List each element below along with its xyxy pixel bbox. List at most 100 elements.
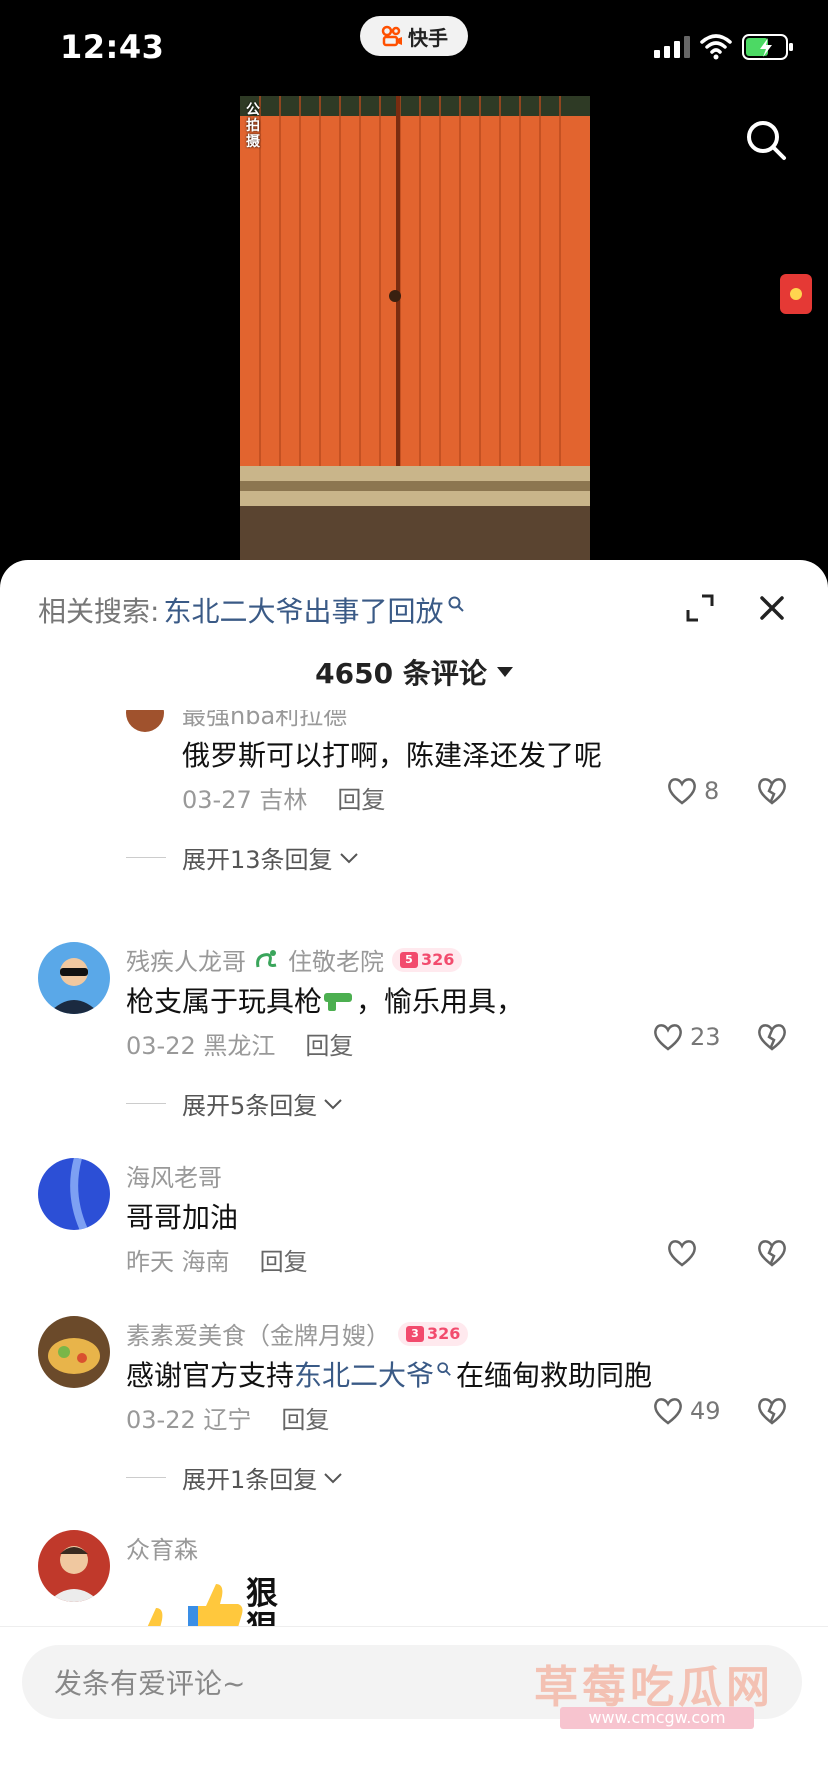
- chevron-down-icon: [324, 1472, 342, 1483]
- battery-icon: [742, 34, 793, 60]
- username-main: 残疾人龙哥: [126, 948, 246, 976]
- comment-text-main: 枪支属于玩具枪: [126, 985, 323, 1018]
- avatar[interactable]: [126, 710, 164, 732]
- username-tail: 住敬老院: [288, 948, 384, 976]
- comment-location: 海南: [181, 1248, 230, 1276]
- video-still: [240, 96, 590, 560]
- comment-text-tail: ，愉乐用具，: [356, 985, 525, 1018]
- like-count: 23: [690, 1023, 721, 1051]
- comment-meta: 03-27 吉林 回复: [182, 780, 385, 815]
- comment-location: 黑龙江: [203, 1032, 276, 1060]
- comment-text-prefix: 感谢官方支持: [126, 1359, 295, 1392]
- red-packet-icon[interactable]: [780, 274, 812, 314]
- comment-text-suffix: 在缅甸救助同胞: [456, 1359, 653, 1392]
- heart-icon: [654, 1398, 682, 1425]
- search-icon[interactable]: [742, 116, 790, 164]
- expand-replies[interactable]: 展开13条回复: [126, 840, 359, 875]
- comment-sheet: 相关搜索: 东北二大爷出事了回放 4650 条评论 最强nba利拉德 俄罗斯可以…: [0, 560, 828, 1792]
- heart-icon: [654, 1024, 682, 1051]
- comment-meta: 03-22 辽宁 回复: [126, 1400, 329, 1435]
- avatar[interactable]: [38, 1530, 110, 1602]
- comment-date: 03-22: [126, 1032, 196, 1060]
- avatar[interactable]: [38, 1316, 110, 1388]
- comment-meta: 昨天 海南 回复: [126, 1242, 308, 1277]
- expand-replies-label: 展开1条回复: [182, 1466, 318, 1494]
- chevron-down-icon: [324, 1098, 342, 1109]
- broken-heart-icon[interactable]: [756, 1396, 788, 1426]
- comment-keyword-link[interactable]: 东北二大爷: [294, 1359, 434, 1392]
- watermark-text: 草莓吃瓜网: [534, 1662, 774, 1713]
- heart-icon: [668, 1240, 696, 1267]
- video-frame[interactable]: 公拍摄: [240, 96, 590, 560]
- magnifier-small-icon: [448, 596, 465, 612]
- comment-username[interactable]: 最强nba利拉德: [182, 710, 347, 731]
- avatar[interactable]: [38, 942, 110, 1014]
- comment-username[interactable]: 残疾人龙哥 住敬老院 5 326: [126, 942, 463, 977]
- divider: [126, 857, 166, 858]
- expand-replies[interactable]: 展开5条回复: [126, 1086, 343, 1121]
- divider: [126, 1103, 166, 1104]
- comment-date: 昨天: [126, 1248, 174, 1276]
- reply-button[interactable]: 回复: [260, 1242, 308, 1277]
- avatar[interactable]: [38, 1158, 110, 1230]
- like-button[interactable]: 23: [652, 1022, 721, 1052]
- video-overlay-text: 公拍摄: [246, 102, 260, 150]
- badge-value: 326: [427, 1324, 461, 1343]
- badge-level: 3: [406, 1325, 424, 1342]
- like-count: 8: [704, 777, 720, 805]
- related-search[interactable]: 相关搜索: 东北二大爷出事了回放: [38, 590, 465, 630]
- app-badge[interactable]: 快手: [360, 16, 468, 56]
- comment-meta: 03-22 黑龙江 回复: [126, 1026, 353, 1061]
- comment-text: 感谢官方支持东北二大爷 在缅甸救助同胞: [126, 1354, 652, 1394]
- like-button[interactable]: 8: [666, 776, 719, 806]
- chevron-down-icon: [339, 852, 358, 863]
- expand-replies-label: 展开13条回复: [182, 846, 333, 874]
- reply-button[interactable]: 回复: [337, 780, 385, 815]
- water-gun-emoji-icon: [324, 993, 353, 1011]
- caret-down-icon: [496, 667, 513, 677]
- signal-icon: [654, 36, 690, 58]
- like-button[interactable]: 49: [652, 1396, 721, 1426]
- comment-username[interactable]: 素素爱美食（金牌月嫂） 3 326: [126, 1316, 469, 1351]
- fan-badge: 3 326: [398, 1321, 469, 1346]
- like-count: 49: [690, 1397, 721, 1425]
- expand-icon[interactable]: [684, 592, 716, 624]
- like-button[interactable]: [666, 1238, 698, 1268]
- comment-text: 哥哥加油: [126, 1201, 239, 1234]
- comment-count[interactable]: 4650 条评论: [0, 652, 828, 692]
- comment-input-bar: 发条有爱评论~ 草莓吃瓜网 www.cmcgw.com: [0, 1626, 828, 1792]
- status-time: 12:43: [60, 28, 165, 66]
- comment-date: 03-22: [126, 1406, 196, 1434]
- fan-badge: 5 326: [392, 947, 463, 972]
- badge-value: 326: [421, 950, 455, 969]
- comment-date: 03-27: [182, 786, 252, 814]
- dragon-emoji-icon: [256, 949, 277, 967]
- related-search-keyword[interactable]: 东北二大爷出事了回放: [163, 590, 443, 630]
- heart-icon: [668, 778, 696, 805]
- kuaishou-logo-icon: [381, 25, 402, 47]
- broken-heart-icon[interactable]: [756, 776, 788, 806]
- username-main: 素素爱美食（金牌月嫂）: [126, 1322, 390, 1350]
- expand-replies[interactable]: 展开1条回复: [126, 1460, 343, 1495]
- comment-username[interactable]: 海风老哥: [126, 1158, 222, 1193]
- comment-username[interactable]: 众育森: [126, 1530, 198, 1565]
- comment-list[interactable]: 最强nba利拉德 俄罗斯可以打啊，陈建泽还发了呢 03-27 吉林 回复 8 展…: [0, 710, 828, 1634]
- comment-text: 枪支属于玩具枪 ，愉乐用具，: [126, 980, 524, 1020]
- related-search-label: 相关搜索:: [38, 595, 160, 628]
- badge-level: 5: [400, 951, 418, 968]
- broken-heart-icon[interactable]: [756, 1238, 788, 1268]
- divider: [126, 1477, 166, 1478]
- close-icon[interactable]: [756, 592, 788, 624]
- comment-count-label: 4650 条评论: [315, 657, 487, 690]
- magnifier-small-icon: [437, 1362, 451, 1376]
- app-badge-label: 快手: [408, 25, 448, 50]
- comment-location: 吉林: [259, 786, 308, 814]
- watermark-url: www.cmcgw.com: [560, 1707, 754, 1729]
- broken-heart-icon[interactable]: [756, 1022, 788, 1052]
- reply-button[interactable]: 回复: [305, 1026, 353, 1061]
- comment-text: 俄罗斯可以打啊，陈建泽还发了呢: [182, 739, 603, 772]
- expand-replies-label: 展开5条回复: [182, 1092, 318, 1120]
- status-bar: 12:43 快手: [0, 0, 828, 100]
- wifi-icon: [700, 34, 732, 60]
- reply-button[interactable]: 回复: [281, 1400, 329, 1435]
